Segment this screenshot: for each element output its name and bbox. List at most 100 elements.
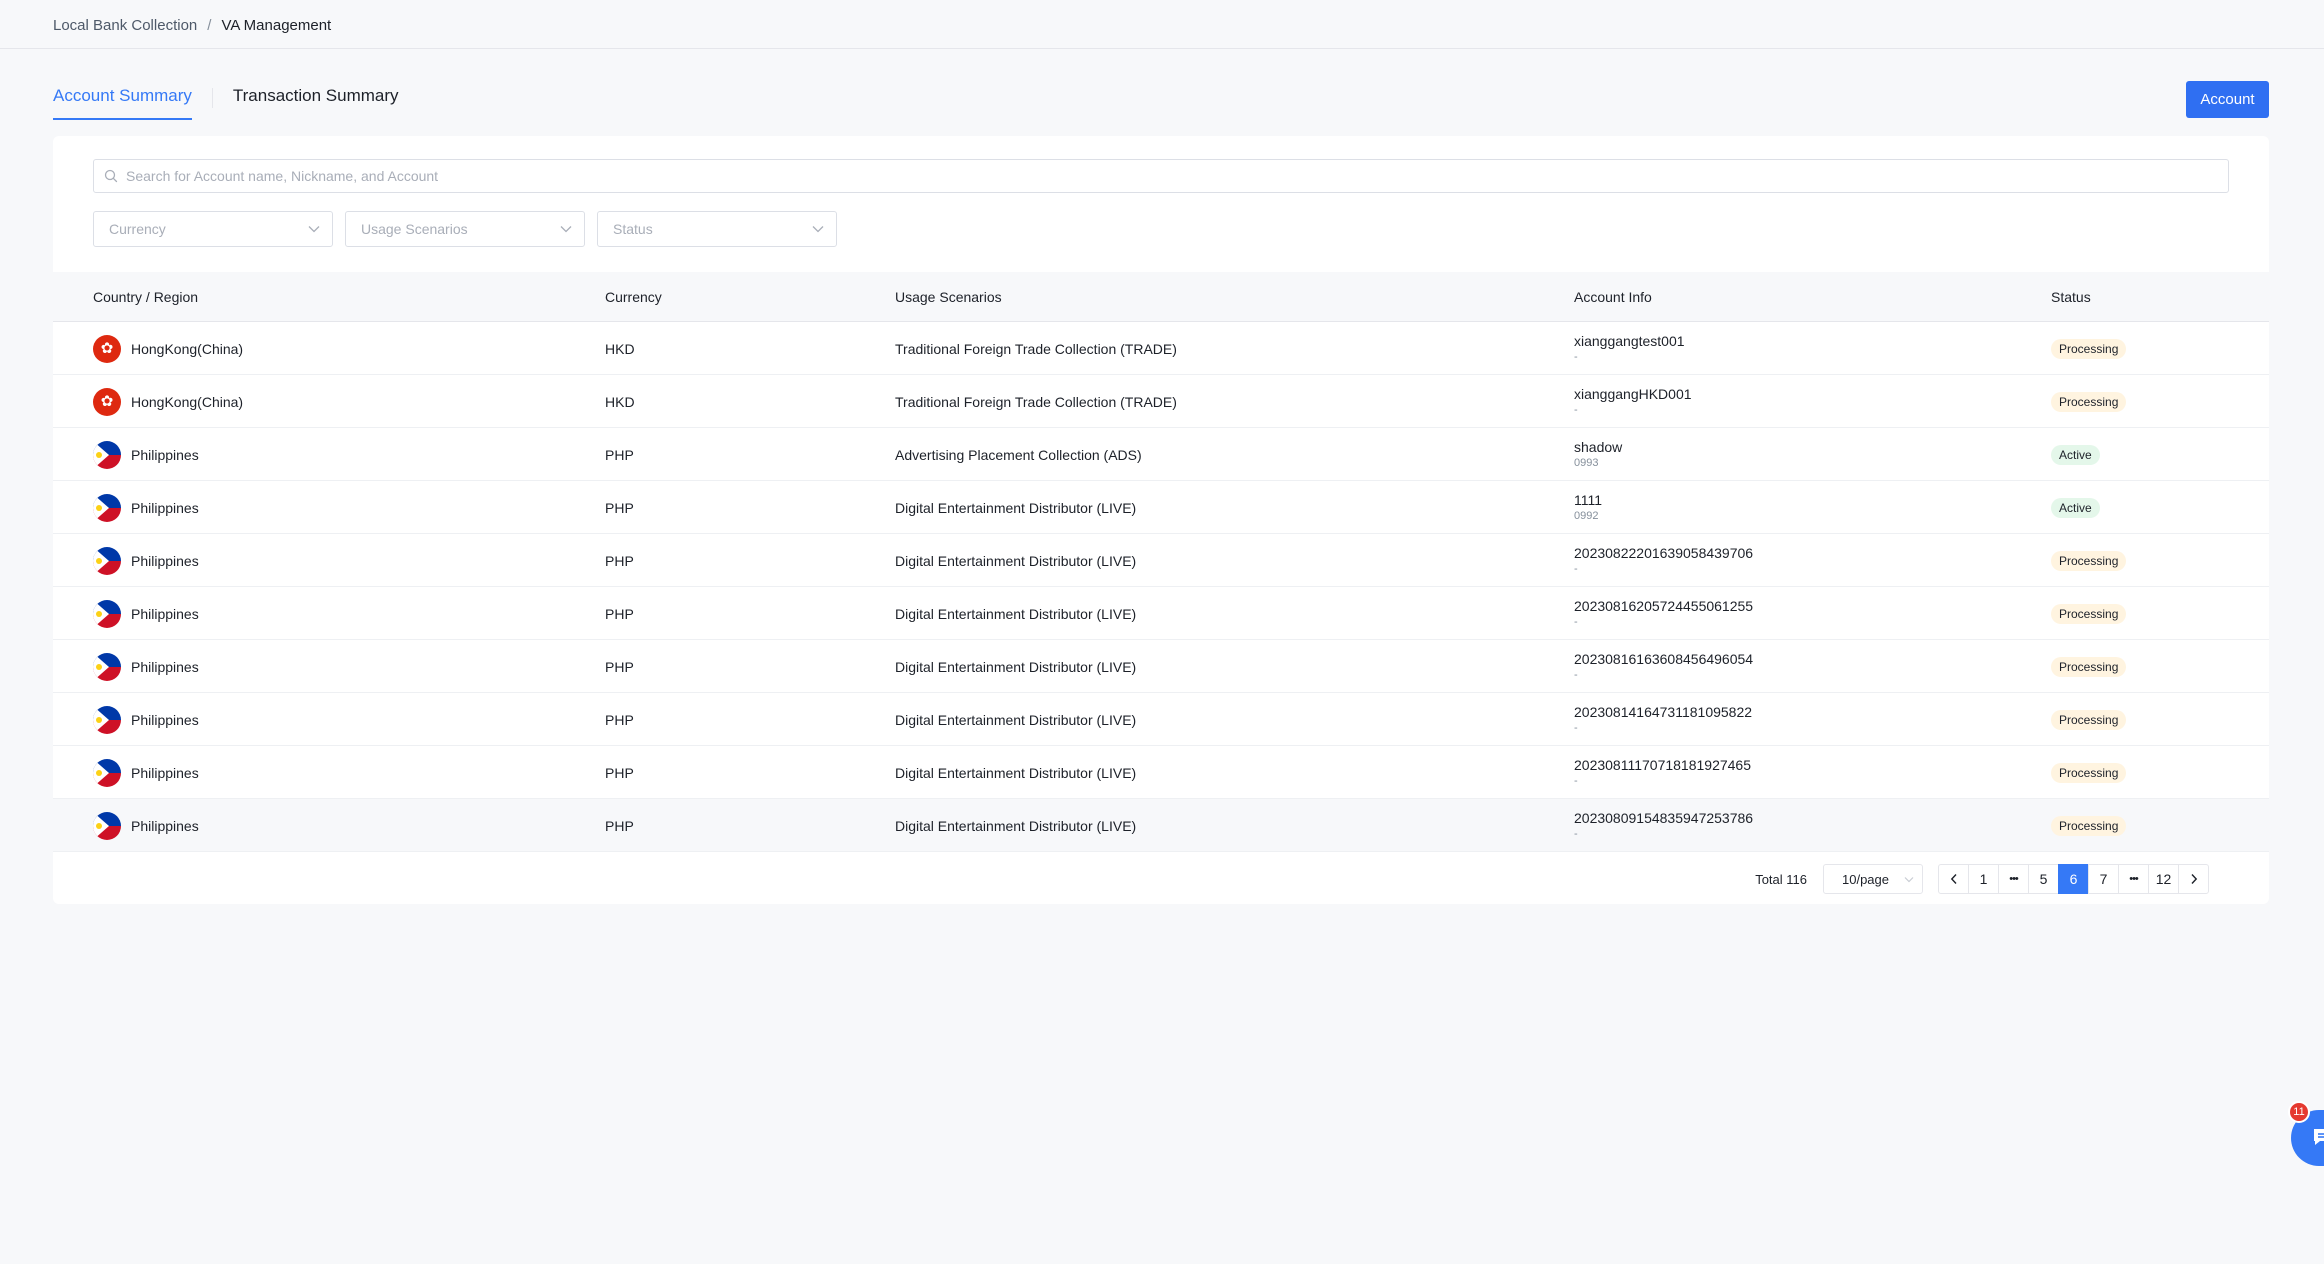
country-cell: Philippines bbox=[93, 799, 199, 852]
status-badge: Processing bbox=[2051, 603, 2127, 624]
status-badge: Processing bbox=[2051, 338, 2127, 359]
chevron-down-icon bbox=[812, 226, 824, 233]
prev-page-button[interactable] bbox=[1938, 864, 1969, 894]
breadcrumb-separator: / bbox=[207, 17, 212, 34]
currency-cell: PHP bbox=[605, 711, 634, 728]
account-name: 20230809154835947253786 bbox=[1574, 810, 1754, 826]
usage-scenario-cell: Digital Entertainment Distributor (LIVE) bbox=[895, 817, 1137, 834]
account-number: - bbox=[1574, 351, 1578, 363]
currency-cell: PHP bbox=[605, 605, 634, 622]
status-cell: Processing bbox=[2051, 640, 2127, 693]
pagination: Total 116 10/page 1 ••• 5 6 7 ••• 12 bbox=[1755, 864, 2209, 894]
page-number-button[interactable]: 5 bbox=[2028, 864, 2059, 894]
search-icon bbox=[104, 169, 118, 183]
account-info-cell: 1111 0992 bbox=[1574, 481, 1602, 534]
page-ellipsis-button[interactable]: ••• bbox=[1998, 864, 2029, 894]
chat-notification-badge: 11 bbox=[2288, 1101, 2310, 1123]
account-number: - bbox=[1574, 563, 1578, 575]
chevron-left-icon bbox=[1950, 874, 1957, 884]
chat-icon bbox=[2314, 1129, 2324, 1145]
country-cell: Philippines bbox=[93, 534, 199, 587]
status-badge: Processing bbox=[2051, 815, 2127, 836]
search-input[interactable] bbox=[126, 168, 2228, 184]
tab-divider bbox=[211, 88, 213, 108]
hong-kong-flag-icon: ✿ bbox=[93, 334, 121, 363]
account-number: - bbox=[1574, 722, 1578, 734]
account-number: - bbox=[1574, 828, 1578, 840]
status-cell: Processing bbox=[2051, 746, 2127, 799]
usage-scenario-cell: Digital Entertainment Distributor (LIVE) bbox=[895, 499, 1137, 516]
column-header-country: Country / Region bbox=[93, 288, 199, 305]
top-bar: Local Bank Collection / VA Management bbox=[0, 0, 2324, 49]
table-row[interactable]: ✿ HongKong(China) HKD Traditional Foreign T… bbox=[53, 322, 2269, 375]
table-row[interactable]: Philippines PHP Advertising Placement Coll… bbox=[53, 428, 2269, 481]
account-name: 1111 bbox=[1574, 492, 1603, 508]
currency-select[interactable]: Currency bbox=[93, 211, 333, 247]
table-row[interactable]: Philippines PHP Digital Entertainment Dist… bbox=[53, 693, 2269, 746]
account-name: 20230816163608456496054 bbox=[1574, 651, 1754, 667]
usage-scenario-cell: Traditional Foreign Trade Collection (TR… bbox=[895, 393, 1177, 410]
page-number-button[interactable]: 1 bbox=[1968, 864, 1999, 894]
country-cell: Philippines bbox=[93, 746, 199, 799]
status-badge: Active bbox=[2051, 444, 2100, 465]
usage-scenario-cell: Advertising Placement Collection (ADS) bbox=[895, 446, 1142, 463]
table-row[interactable]: Philippines PHP Digital Entertainment Dist… bbox=[53, 640, 2269, 693]
country-name: Philippines bbox=[131, 658, 199, 675]
breadcrumb-local-bank-collection[interactable]: Local Bank Collection bbox=[53, 17, 197, 34]
page-number-button[interactable]: 12 bbox=[2148, 864, 2179, 894]
table-row[interactable]: Philippines PHP Digital Entertainment Dist… bbox=[53, 587, 2269, 640]
usage-scenario-cell: Traditional Foreign Trade Collection (TR… bbox=[895, 340, 1177, 357]
status-cell: Processing bbox=[2051, 534, 2127, 587]
status-badge: Active bbox=[2051, 497, 2100, 518]
country-cell: Philippines bbox=[93, 428, 199, 481]
account-name: 20230814164731181095822 bbox=[1574, 704, 1753, 720]
philippines-flag-icon bbox=[93, 652, 121, 681]
account-number: - bbox=[1574, 775, 1578, 787]
table-row[interactable]: Philippines PHP Digital Entertainment Dist… bbox=[53, 481, 2269, 534]
currency-cell: PHP bbox=[605, 817, 634, 834]
page-number-list: 1 ••• 5 6 7 ••• 12 bbox=[1968, 864, 2179, 894]
status-cell: Processing bbox=[2051, 799, 2127, 852]
status-badge: Processing bbox=[2051, 550, 2127, 571]
account-number: 0993 bbox=[1574, 457, 1599, 469]
pagination-total: Total 116 bbox=[1755, 871, 1807, 887]
tab-transaction-summary[interactable]: Transaction Summary bbox=[233, 86, 399, 120]
status-cell: Processing bbox=[2051, 322, 2127, 375]
next-page-button[interactable] bbox=[2178, 864, 2209, 894]
philippines-flag-icon bbox=[93, 811, 121, 840]
table-row[interactable]: ✿ HongKong(China) HKD Traditional Foreign T… bbox=[53, 375, 2269, 428]
page-size-select[interactable]: 10/page bbox=[1823, 864, 1923, 894]
table-row[interactable]: Philippines PHP Digital Entertainment Dist… bbox=[53, 746, 2269, 799]
account-info-cell: 20230814164731181095822 - bbox=[1574, 693, 1752, 746]
status-cell: Processing bbox=[2051, 693, 2127, 746]
account-info-cell: xianggangtest001 - bbox=[1574, 322, 1685, 375]
currency-cell: HKD bbox=[605, 340, 635, 357]
column-header-usage-scenarios: Usage Scenarios bbox=[895, 288, 1002, 305]
status-select-placeholder: Status bbox=[613, 221, 653, 237]
usage-scenario-cell: Digital Entertainment Distributor (LIVE) bbox=[895, 711, 1137, 728]
usage-scenarios-select[interactable]: Usage Scenarios bbox=[345, 211, 585, 247]
chevron-right-icon bbox=[2190, 874, 2197, 884]
chevron-down-icon bbox=[560, 226, 572, 233]
account-info-cell: 20230816163608456496054 - bbox=[1574, 640, 1753, 693]
page-number-button[interactable]: 7 bbox=[2088, 864, 2119, 894]
search-box[interactable] bbox=[93, 159, 2229, 193]
currency-cell: PHP bbox=[605, 764, 634, 781]
account-info-cell: 20230809154835947253786 - bbox=[1574, 799, 1753, 852]
status-select[interactable]: Status bbox=[597, 211, 837, 247]
table-row[interactable]: Philippines PHP Digital Entertainment Dist… bbox=[53, 799, 2269, 852]
filter-bar: Currency Usage Scenarios Status bbox=[93, 211, 849, 247]
table-row[interactable]: Philippines PHP Digital Entertainment Dist… bbox=[53, 534, 2269, 587]
country-name: HongKong(China) bbox=[131, 340, 244, 357]
philippines-flag-icon bbox=[93, 493, 121, 522]
account-name: shadow bbox=[1574, 439, 1623, 455]
tab-bar: Account Summary Transaction Summary bbox=[53, 86, 399, 122]
account-button[interactable]: Account bbox=[2186, 81, 2269, 118]
usage-scenario-cell: Digital Entertainment Distributor (LIVE) bbox=[895, 552, 1137, 569]
country-cell: ✿ HongKong(China) bbox=[93, 375, 243, 428]
tab-account-summary[interactable]: Account Summary bbox=[53, 86, 192, 120]
status-cell: Processing bbox=[2051, 587, 2127, 640]
usage-scenario-cell: Digital Entertainment Distributor (LIVE) bbox=[895, 605, 1137, 622]
page-ellipsis-button[interactable]: ••• bbox=[2118, 864, 2149, 894]
page-number-button[interactable]: 6 bbox=[2058, 864, 2089, 894]
